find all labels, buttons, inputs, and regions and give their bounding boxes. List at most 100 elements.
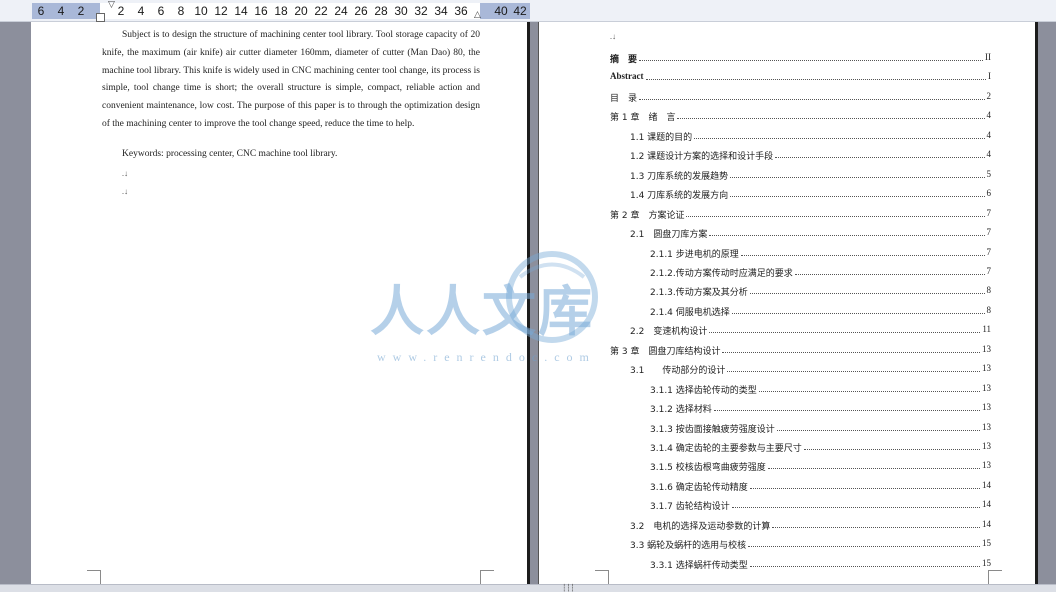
toc-leader-dots bbox=[646, 79, 986, 81]
ruler-number: 10 bbox=[194, 4, 208, 18]
toc-entry[interactable]: 3.1.4 确定齿轮的主要参数与主要尺寸 13 bbox=[539, 438, 1035, 457]
toc-entry[interactable]: 3.1 传动部分的设计 13 bbox=[539, 360, 1035, 379]
page-right[interactable]: .↓ 摘 要 II Abstract I 目 录2第 1 章 绪 言 4 1.1 课题的目的… bbox=[538, 22, 1035, 584]
toc-leader-dots bbox=[732, 507, 980, 509]
toc-entry-label: 2.1.1 步进电机的原理 bbox=[650, 249, 739, 260]
toc-entry[interactable]: 3.1.3 按齿面接触疲劳强度设计 13 bbox=[539, 419, 1035, 438]
toc-entry[interactable]: 第 1 章 绪 言 4 bbox=[539, 107, 1035, 126]
scrollbar-grip-icon[interactable]: ┆┆┆ bbox=[562, 585, 575, 592]
toc-entry-page: 7 bbox=[986, 207, 992, 218]
left-indent-marker[interactable] bbox=[96, 13, 105, 22]
toc-entry-label: 2.1 圆盘刀库方案 bbox=[630, 230, 708, 241]
toc-entry[interactable]: 1.3 刀库系统的发展趋势 5 bbox=[539, 166, 1035, 185]
toc-entry[interactable]: 1.4 刀库系统的发展方向 6 bbox=[539, 185, 1035, 204]
toc-entry-page: 4 bbox=[986, 110, 992, 121]
toc-entry-page: 5 bbox=[986, 168, 992, 179]
toc-entry-page: 7 bbox=[986, 246, 992, 257]
toc-entry[interactable]: 2.1.2.传动方案传动时应满足的要求 7 bbox=[539, 263, 1035, 282]
toc-entry[interactable]: 第 3 章 圆盘刀库结构设计 13 bbox=[539, 341, 1035, 360]
toc-entry[interactable]: 第 2 章 方案论证 7 bbox=[539, 205, 1035, 224]
toc-entry-page: 14 bbox=[982, 499, 991, 510]
toc-entry[interactable]: 2.1.3.传动方案及其分析 8 bbox=[539, 282, 1035, 301]
crop-mark-bottom-left bbox=[595, 570, 609, 584]
toc-entry-label: 3.3 蜗轮及蜗杆的选用与校核 bbox=[630, 541, 747, 552]
toc-entry-label: 2.1.3.传动方案及其分析 bbox=[650, 288, 748, 299]
ruler-number: 28 bbox=[374, 4, 388, 18]
toc-entry[interactable]: 目 录 2 bbox=[539, 88, 1035, 107]
toc-entry[interactable]: 2.1.1 步进电机的原理 7 bbox=[539, 244, 1035, 263]
page-right-edge bbox=[1035, 22, 1038, 584]
document-workspace[interactable]: Subject is to design the structure of ma… bbox=[0, 22, 1056, 584]
toc-entry-page: 13 bbox=[982, 343, 991, 354]
horizontal-scrollbar[interactable]: ┆┆┆ bbox=[0, 584, 1056, 592]
crop-mark-bottom-right bbox=[988, 570, 1002, 584]
toc-entry-label: Abstract bbox=[610, 71, 644, 82]
toc-entry[interactable]: 3.1.2 选择材料 13 bbox=[539, 399, 1035, 418]
toc-entry[interactable]: 3.3.1 选择蜗杆传动类型 15 bbox=[539, 555, 1035, 574]
toc-leader-dots bbox=[722, 351, 980, 353]
toc-entry[interactable]: 摘 要 II bbox=[539, 49, 1035, 68]
toc-entry[interactable]: 1.1 课题的目的 4 bbox=[539, 127, 1035, 146]
toc-entry[interactable]: 2.2 变速机构设计 11 bbox=[539, 321, 1035, 340]
ruler-number: 4 bbox=[137, 4, 145, 18]
toc-entry[interactable]: 3.1.5 校核齿根弯曲疲劳强度 13 bbox=[539, 457, 1035, 476]
toc-entry-label: 3.1.2 选择材料 bbox=[650, 405, 712, 416]
toc-leader-dots bbox=[741, 254, 985, 256]
toc-entry-page: 11 bbox=[982, 324, 991, 335]
toc-entry-page: 13 bbox=[982, 402, 991, 413]
first-line-indent-marker[interactable]: ▽ bbox=[108, 1, 115, 10]
toc-entry-label: 1.2 课题设计方案的选择和设计手段 bbox=[630, 152, 774, 163]
toc-entry-label: 第 1 章 绪 言 bbox=[610, 113, 676, 124]
toc-entry-page: I bbox=[988, 71, 991, 82]
toc-entry-label: 3.1 传动部分的设计 bbox=[630, 366, 726, 377]
toc-entry-label: 摘 要 bbox=[610, 54, 638, 64]
toc-entry-page: 2 bbox=[986, 90, 992, 101]
toc-entry-label: 第 3 章 圆盘刀库结构设计 bbox=[610, 346, 721, 357]
toc-entry[interactable]: 2.1.4 伺服电机选择 8 bbox=[539, 302, 1035, 321]
toc-entry-page: 13 bbox=[982, 363, 991, 374]
paragraph-mark: .↓ bbox=[122, 169, 128, 178]
ruler-number: 6 bbox=[37, 4, 45, 18]
toc-entry-page: 15 bbox=[982, 538, 991, 549]
toc-leader-dots bbox=[748, 546, 980, 548]
toc-leader-dots bbox=[730, 196, 985, 198]
toc-entry-label: 3.1.6 确定齿轮传动精度 bbox=[650, 482, 748, 493]
toc-entry-label: 1.4 刀库系统的发展方向 bbox=[630, 191, 729, 202]
ruler-number: 24 bbox=[334, 4, 348, 18]
toc-entry[interactable]: 3.2 电机的选择及运动参数的计算 14 bbox=[539, 516, 1035, 535]
toc-leader-dots bbox=[768, 468, 980, 470]
ruler-number: 14 bbox=[234, 4, 248, 18]
toc-entry[interactable]: 3.1.7 齿轮结构设计 14 bbox=[539, 496, 1035, 515]
toc-entry-label: 3.2 电机的选择及运动参数的计算 bbox=[630, 521, 771, 532]
toc-leader-dots bbox=[777, 429, 980, 431]
horizontal-ruler[interactable]: 6 4 2 2 4 6 8 10 12 14 16 18 20 22 24 26 28 30 32 34 36 40 42 … bbox=[0, 0, 1056, 22]
toc-entry[interactable]: 3.1.1 选择齿轮传动的类型 13 bbox=[539, 380, 1035, 399]
toc-entry-label: 1.3 刀库系统的发展趋势 bbox=[630, 171, 729, 182]
ruler-number: 26 bbox=[354, 4, 368, 18]
ruler-number: 34 bbox=[434, 4, 448, 18]
toc-entry[interactable]: Abstract I bbox=[539, 68, 1035, 87]
keywords-line[interactable]: Keywords: processing center, CNC machine… bbox=[122, 149, 337, 159]
right-indent-marker[interactable]: △ bbox=[474, 11, 481, 20]
toc-leader-dots bbox=[727, 371, 980, 373]
toc-leader-dots bbox=[730, 176, 985, 178]
toc-leader-dots bbox=[759, 390, 980, 392]
ruler-number: 6 bbox=[157, 4, 165, 18]
toc-entry[interactable]: 3.1.6 确定齿轮传动精度 14 bbox=[539, 477, 1035, 496]
page-left[interactable]: Subject is to design the structure of ma… bbox=[31, 22, 527, 584]
ruler-number: 32 bbox=[414, 4, 428, 18]
toc-leader-dots bbox=[750, 565, 980, 567]
toc-leader-dots bbox=[775, 157, 985, 159]
ruler-number: 12 bbox=[214, 4, 228, 18]
ruler-number: 4 bbox=[57, 4, 65, 18]
ruler-number: 20 bbox=[294, 4, 308, 18]
toc-entry-page: II bbox=[985, 52, 991, 62]
ruler-number: 2 bbox=[117, 4, 125, 18]
toc-entry-label: 3.1.7 齿轮结构设计 bbox=[650, 502, 730, 513]
toc-entry[interactable]: 3.3 蜗轮及蜗杆的选用与校核 15 bbox=[539, 535, 1035, 554]
toc-entry[interactable]: 1.2 课题设计方案的选择和设计手段 4 bbox=[539, 146, 1035, 165]
toc-entry-label: 目 录 bbox=[610, 93, 638, 104]
toc-entry[interactable]: 2.1 圆盘刀库方案 7 bbox=[539, 224, 1035, 243]
abstract-paragraph[interactable]: Subject is to design the structure of ma… bbox=[102, 27, 480, 134]
toc-entry-page: 14 bbox=[982, 479, 991, 490]
